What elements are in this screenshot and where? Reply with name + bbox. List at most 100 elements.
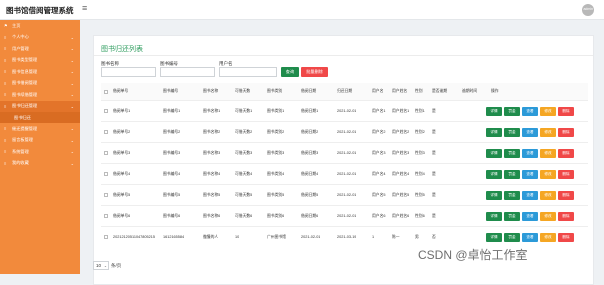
delete-button[interactable]: 删除 [558, 212, 574, 221]
chevron-down-icon: ⌄ [70, 34, 74, 40]
sidebar-item-4[interactable]: ≡ 图书类型管理 ⌄ [0, 55, 80, 67]
table-cell: 图书类别6 [267, 213, 285, 218]
details-button[interactable]: 详情 [486, 191, 502, 200]
table-cell: 用户姓名4 [392, 171, 410, 176]
menu-icon: ≡ [4, 149, 7, 155]
delete-button[interactable]: 删除 [558, 107, 574, 116]
sidebar-item-label: 我的收藏 [12, 160, 29, 166]
view-button[interactable]: 查看 [522, 170, 538, 179]
select-all-checkbox[interactable] [104, 83, 108, 100]
edit-button[interactable]: 修改 [540, 128, 556, 137]
table-cell: 用户名3 [372, 150, 386, 155]
book-no-input[interactable] [160, 67, 215, 77]
sidebar-item-7[interactable]: ≡ 图书续借管理 ⌄ [0, 89, 80, 101]
table-cell: 用户名1 [372, 108, 386, 113]
row-checkbox[interactable] [104, 164, 108, 184]
sidebar-item-5[interactable]: ≡ 图书信息管理 ⌄ [0, 66, 80, 78]
delete-button[interactable]: 删除 [558, 233, 574, 242]
table-cell: 傲慢的人 [203, 234, 219, 239]
search-button[interactable]: 查询 [281, 67, 299, 77]
table-cell: 可借天数2 [235, 129, 253, 134]
edit-button[interactable]: 修改 [540, 107, 556, 116]
table-cell: 性别1 [415, 108, 425, 113]
table-cell: 图书名称2 [203, 129, 221, 134]
sidebar-item-3[interactable]: ≡ 系统管理 ⌄ [0, 146, 80, 158]
table-row: 借阅单号2 图书编号2 图书名称2 可借天数2 图书类别2 借阅日期2 2021-02-01… [101, 121, 588, 142]
sidebar-item-label: 留言板管理 [12, 137, 33, 143]
row-checkbox[interactable] [104, 206, 108, 226]
fine-button[interactable]: 罚金 [504, 149, 520, 158]
delete-button[interactable]: 删除 [558, 149, 574, 158]
view-button[interactable]: 查看 [522, 191, 538, 200]
username-input[interactable] [219, 67, 277, 77]
table-row: 借阅单号5 图书编号5 图书名称5 可借天数5 图书类别5 借阅日期5 2021-02-01… [101, 184, 588, 205]
book-name-input[interactable] [101, 67, 156, 77]
edit-button[interactable]: 修改 [540, 191, 556, 200]
table-cell: 用户姓名5 [392, 192, 410, 197]
sidebar-item-3[interactable]: ≡ 用户管理 ⌄ [0, 43, 80, 55]
menu-toggle-icon[interactable]: ≡ [82, 3, 87, 13]
row-checkbox[interactable] [104, 185, 108, 205]
delete-button[interactable]: 删除 [558, 128, 574, 137]
chevron-down-icon: ⌄ [70, 57, 74, 63]
sidebar-item-2[interactable]: ≡ 留言板管理 ⌄ [0, 135, 80, 147]
table-cell: 借阅单号5 [113, 192, 131, 197]
table-cell: 用户名4 [372, 171, 386, 176]
sidebar-item-1[interactable]: ≡ 催还提醒管理 ⌄ [0, 123, 80, 135]
edit-button[interactable]: 修改 [540, 170, 556, 179]
delete-button[interactable]: 删除 [558, 191, 574, 200]
sidebar-item-4[interactable]: ≡ 我的收藏 ⌄ [0, 158, 80, 170]
page-size-select[interactable]: 10 ⌄ [93, 261, 109, 270]
sidebar-item-6[interactable]: ≡ 图书借阅管理 ⌄ [0, 78, 80, 90]
table-row: 借阅单号1 图书编号1 图书名称1 可借天数1 图书类别1 借阅日期1 2021-02-01… [101, 100, 588, 121]
view-button[interactable]: 查看 [522, 212, 538, 221]
table-cell: 10 [235, 235, 240, 239]
details-button[interactable]: 详情 [486, 170, 502, 179]
table-cell: 陈一 [392, 234, 400, 239]
details-button[interactable]: 详情 [486, 212, 502, 221]
table-cell: 图书编号6 [163, 213, 181, 218]
table-cell: 20212120511047805215 [113, 235, 155, 239]
details-button[interactable]: 详情 [486, 233, 502, 242]
edit-button[interactable]: 修改 [540, 149, 556, 158]
delete-button[interactable]: 删除 [558, 170, 574, 179]
view-button[interactable]: 查看 [522, 233, 538, 242]
fine-button[interactable]: 罚金 [504, 191, 520, 200]
table-cell: 图书类别1 [267, 108, 285, 113]
row-checkbox[interactable] [104, 227, 108, 247]
column-header: 是否逾期 [432, 89, 448, 93]
menu-icon: ≡ [4, 34, 7, 40]
sidebar-subitem-book-return[interactable]: 图书归还 [0, 112, 80, 123]
page-title: 图书归还列表 [101, 46, 143, 53]
sidebar-item-1[interactable]: ⚑ 主页 [0, 20, 80, 32]
table-cell: 2021-03-19 [337, 235, 357, 239]
batch-delete-button[interactable]: 批量删除 [301, 67, 328, 77]
fine-button[interactable]: 罚金 [504, 128, 520, 137]
sidebar-item-2[interactable]: ≡ 个人中心 ⌄ [0, 32, 80, 44]
view-button[interactable]: 查看 [522, 149, 538, 158]
fine-button[interactable]: 罚金 [504, 170, 520, 179]
table-cell: 借阅日期2 [301, 129, 319, 134]
table-cell: 图书名称4 [203, 171, 221, 176]
fine-button[interactable]: 罚金 [504, 233, 520, 242]
details-button[interactable]: 详情 [486, 128, 502, 137]
row-checkbox[interactable] [104, 101, 108, 121]
fine-button[interactable]: 罚金 [504, 212, 520, 221]
details-button[interactable]: 详情 [486, 149, 502, 158]
menu-icon: ≡ [4, 92, 7, 98]
edit-button[interactable]: 修改 [540, 212, 556, 221]
edit-button[interactable]: 修改 [540, 233, 556, 242]
sidebar-item-label: 图书信息管理 [12, 68, 38, 74]
sidebar-item-label: 图书类型管理 [12, 57, 38, 63]
details-button[interactable]: 详情 [486, 107, 502, 116]
row-checkbox[interactable] [104, 143, 108, 163]
view-button[interactable]: 查看 [522, 128, 538, 137]
sidebar-item-label: 主页 [12, 22, 21, 28]
table-cell: 可借天数6 [235, 213, 253, 218]
table-cell: 1612165584 [163, 235, 185, 239]
sidebar-item-8[interactable]: ≡ 图书归还管理 ⌄ [0, 100, 80, 112]
row-checkbox[interactable] [104, 122, 108, 142]
fine-button[interactable]: 罚金 [504, 107, 520, 116]
view-button[interactable]: 查看 [522, 107, 538, 116]
chevron-down-icon: ⌄ [70, 69, 74, 74]
